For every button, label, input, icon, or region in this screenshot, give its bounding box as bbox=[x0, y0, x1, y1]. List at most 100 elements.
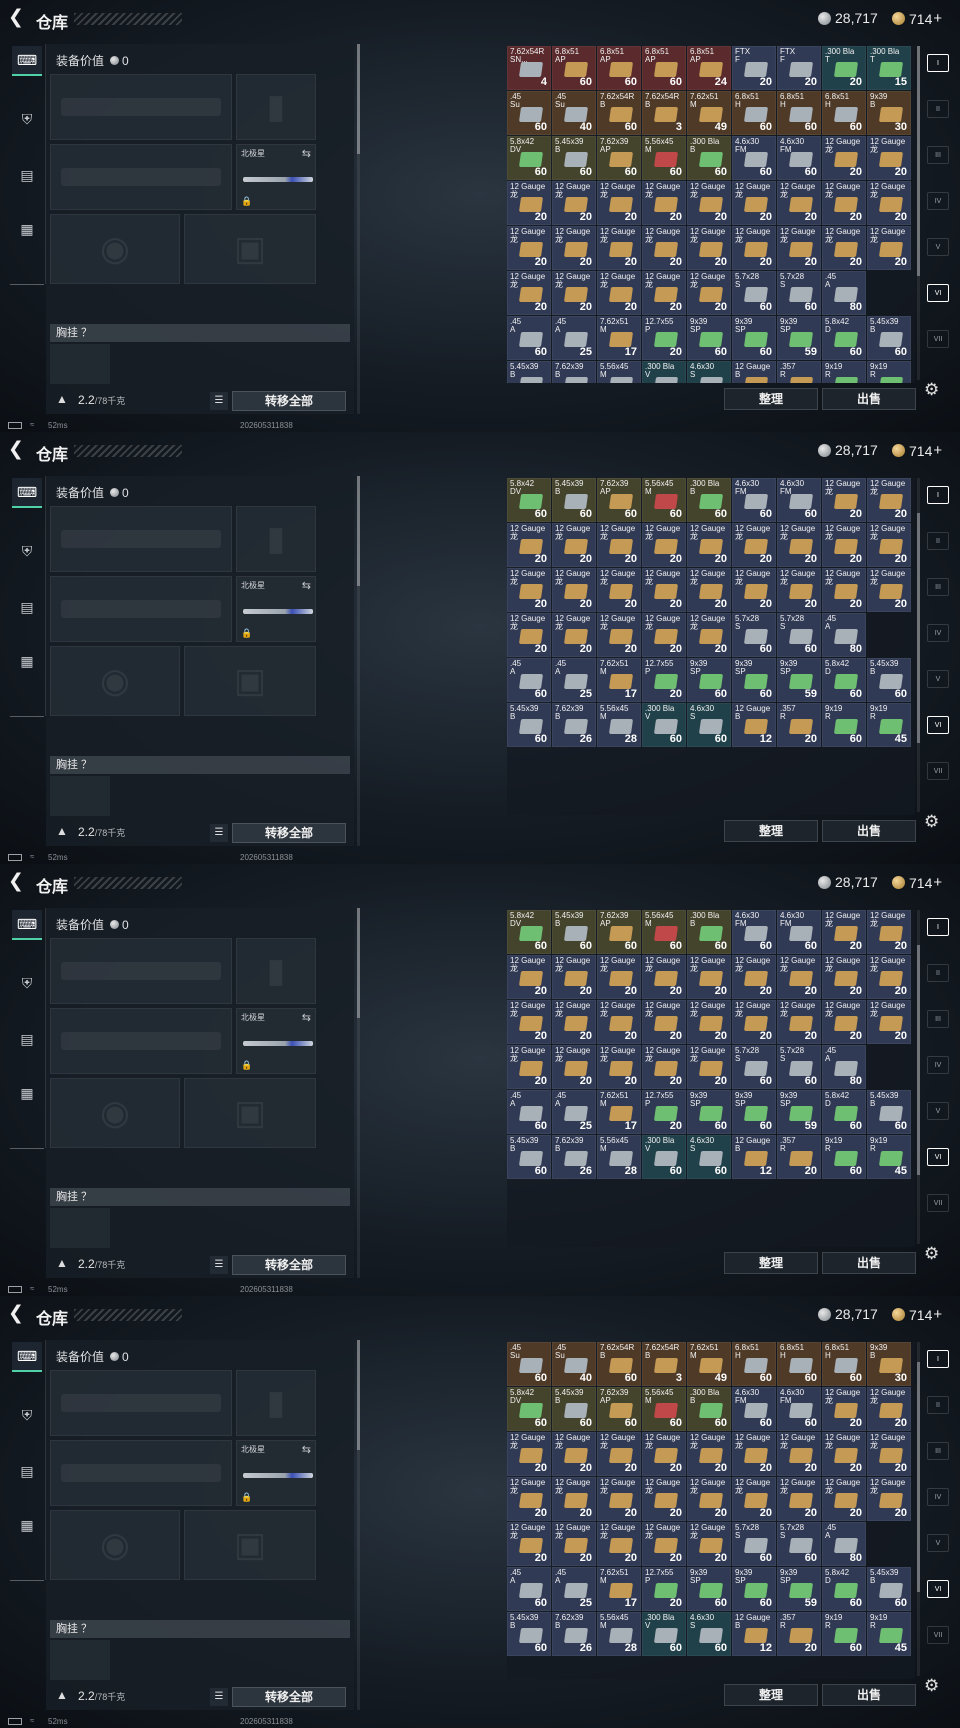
ammo-item[interactable]: 12 Gauge 龙 20 bbox=[642, 1522, 686, 1566]
ammo-item[interactable]: 5.7x28 S 60 bbox=[732, 1522, 776, 1566]
ammo-item[interactable]: 12 Gauge 龙 20 bbox=[867, 226, 911, 270]
ammo-item[interactable]: 12 Gauge 龙 20 bbox=[822, 1477, 866, 1521]
pistol-slot[interactable]: ▮ bbox=[236, 506, 316, 572]
ammo-item[interactable]: 12 Gauge 龙 20 bbox=[822, 136, 866, 180]
ammo-item[interactable]: 12 Gauge 龙 20 bbox=[777, 955, 821, 999]
ammo-item[interactable]: 12 Gauge 龙 20 bbox=[597, 1000, 641, 1044]
ammo-item[interactable]: 6.8x51 AP 60 bbox=[642, 46, 686, 90]
ammo-item[interactable]: 7.62x54R SN... 4 bbox=[507, 46, 551, 90]
silver-currency[interactable]: 28,717 bbox=[818, 874, 878, 890]
stash-page-tab[interactable]: III bbox=[927, 1010, 949, 1028]
ammo-item[interactable]: 5.8x42 D 60 bbox=[822, 1090, 866, 1134]
ammo-item[interactable]: 9x19 R 45 bbox=[867, 703, 911, 747]
ammo-item[interactable]: 9x39 SP 59 bbox=[777, 1567, 821, 1611]
armor-slot[interactable]: ▣ bbox=[184, 646, 316, 716]
primary-weapon-slot[interactable] bbox=[50, 1370, 232, 1436]
gear-icon[interactable]: ⚙ bbox=[924, 1244, 939, 1264]
ammo-item[interactable]: 12 Gauge 龙 20 bbox=[867, 136, 911, 180]
ammo-item[interactable]: 12 Gauge B12 bbox=[732, 1612, 776, 1656]
ammo-item[interactable]: .45 A 60 bbox=[507, 658, 551, 702]
stash-scroll-thumb[interactable] bbox=[917, 513, 920, 743]
ammo-item[interactable]: 12.7x55 P 20 bbox=[642, 1090, 686, 1134]
ammo-item[interactable]: FTX F 20 bbox=[777, 46, 821, 90]
ammo-item[interactable]: 7.62x39 AP 60 bbox=[597, 910, 641, 954]
stash-page-tab[interactable]: V bbox=[927, 238, 949, 256]
equipment-scrollbar[interactable] bbox=[357, 44, 360, 414]
ammo-item[interactable]: 12 Gauge 龙 20 bbox=[552, 181, 596, 225]
ammo-item[interactable]: 6.8x51 H 60 bbox=[822, 91, 866, 135]
ammo-item[interactable]: 12 Gauge 龙 20 bbox=[867, 1432, 911, 1476]
ammo-item[interactable]: 12 Gauge B12 bbox=[732, 361, 776, 383]
pistol-slot[interactable]: ▮ bbox=[236, 938, 316, 1004]
ammo-item[interactable]: 12 Gauge 龙 20 bbox=[642, 226, 686, 270]
ammo-item[interactable]: 12 Gauge 龙 20 bbox=[552, 568, 596, 612]
ammo-item[interactable]: 6.8x51 H 60 bbox=[777, 1342, 821, 1386]
ammo-item[interactable]: 12 Gauge 龙 20 bbox=[642, 1477, 686, 1521]
ammo-item[interactable]: 9x39 SP 60 bbox=[687, 316, 731, 360]
silver-currency[interactable]: 28,717 bbox=[818, 1306, 878, 1322]
list-icon[interactable]: ☰ bbox=[210, 1688, 228, 1706]
stash-scroll-thumb[interactable] bbox=[917, 46, 920, 276]
ammo-item[interactable]: 12 Gauge 龙 20 bbox=[597, 1045, 641, 1089]
ammo-item[interactable]: .300 Bla B 60 bbox=[687, 478, 731, 522]
stash-page-tab[interactable]: I bbox=[927, 1350, 949, 1368]
ammo-item[interactable]: 6.8x51 AP 60 bbox=[552, 46, 596, 90]
ammo-item[interactable]: 12 Gauge 龙 20 bbox=[642, 271, 686, 315]
ammo-item[interactable]: .300 Bla V60 bbox=[642, 361, 686, 383]
scroll-thumb[interactable] bbox=[357, 476, 360, 586]
chest-rig-slot[interactable] bbox=[50, 776, 110, 816]
ammo-item[interactable]: .45 A 60 bbox=[507, 1090, 551, 1134]
consumable-tab-icon[interactable]: ▤ bbox=[12, 592, 42, 622]
armor-slot[interactable]: ▣ bbox=[184, 214, 316, 284]
ammo-item[interactable]: 5.7x28 S 60 bbox=[777, 1045, 821, 1089]
ammo-item[interactable]: 12 Gauge 龙 20 bbox=[732, 568, 776, 612]
armor-tab-icon[interactable]: ⛨ bbox=[12, 968, 42, 998]
ammo-item[interactable]: 12.7x55 P 20 bbox=[642, 1567, 686, 1611]
ammo-item[interactable]: 9x39 B 30 bbox=[867, 91, 911, 135]
stash-page-tab[interactable]: V bbox=[927, 670, 949, 688]
stash-page-tab[interactable]: VI bbox=[927, 1580, 949, 1598]
ammo-item[interactable]: 9x19 R 45 bbox=[867, 1135, 911, 1179]
ammo-item[interactable]: 7.62x39 B 26 bbox=[552, 1612, 596, 1656]
ammo-item[interactable]: 12 Gauge 龙 20 bbox=[687, 523, 731, 567]
scroll-thumb[interactable] bbox=[357, 1340, 360, 1450]
ammo-item[interactable]: 12 Gauge 龙 20 bbox=[687, 226, 731, 270]
ammo-item[interactable]: 5.45x39 B60 bbox=[867, 658, 911, 702]
armor-slot[interactable]: ▣ bbox=[184, 1078, 316, 1148]
backpack-tab-icon[interactable]: ▦ bbox=[12, 214, 42, 244]
ammo-item[interactable]: 6.8x51 H 60 bbox=[732, 1342, 776, 1386]
ammo-item[interactable]: 12 Gauge 龙 20 bbox=[552, 1000, 596, 1044]
equipment-scrollbar[interactable] bbox=[357, 1340, 360, 1710]
weapon-tab-icon[interactable]: ⌨ bbox=[12, 1342, 42, 1372]
ammo-item[interactable]: 5.45x39 B60 bbox=[507, 361, 551, 383]
chest-rig-header[interactable]: 胸挂 ？ bbox=[50, 324, 350, 342]
ammo-item[interactable]: 12 Gauge 龙 20 bbox=[732, 1432, 776, 1476]
ammo-item[interactable]: 12 Gauge 龙 20 bbox=[687, 955, 731, 999]
ammo-item[interactable]: 12.7x55 P 20 bbox=[642, 658, 686, 702]
ammo-item[interactable]: 9x39 SP 59 bbox=[777, 1090, 821, 1134]
ammo-item[interactable]: 12 Gauge 龙 20 bbox=[597, 523, 641, 567]
ammo-item[interactable]: 12 Gauge 龙 20 bbox=[507, 1000, 551, 1044]
ammo-item[interactable]: .45 A 60 bbox=[507, 316, 551, 360]
ammo-item[interactable]: 7.62x54R B 60 bbox=[597, 91, 641, 135]
ammo-item[interactable]: 9x39 SP 59 bbox=[777, 658, 821, 702]
ammo-item[interactable]: .357 R 20 bbox=[777, 1612, 821, 1656]
stash-page-tab[interactable]: I bbox=[927, 54, 949, 72]
ammo-item[interactable]: 5.45x39 B60 bbox=[552, 136, 596, 180]
gold-currency[interactable]: 714 + bbox=[892, 874, 942, 891]
swap-icon[interactable]: ⇆ bbox=[302, 1443, 311, 1456]
gear-icon[interactable]: ⚙ bbox=[924, 380, 939, 400]
melee-slot[interactable]: 北极星 ⇆ 🔒 bbox=[236, 1008, 316, 1074]
ammo-item[interactable]: 12 Gauge 龙 20 bbox=[552, 1477, 596, 1521]
ammo-item[interactable]: .300 Bla B 60 bbox=[687, 1387, 731, 1431]
sell-button[interactable]: 出售 bbox=[822, 820, 916, 842]
stash-page-tab[interactable]: IV bbox=[927, 192, 949, 210]
ammo-item[interactable]: 7.62x51 M 17 bbox=[597, 1567, 641, 1611]
add-gold-icon[interactable]: + bbox=[933, 442, 942, 459]
ammo-item[interactable]: 5.56x45 M 60 bbox=[642, 1387, 686, 1431]
swap-icon[interactable]: ⇆ bbox=[302, 147, 311, 160]
backpack-tab-icon[interactable]: ▦ bbox=[12, 646, 42, 676]
ammo-item[interactable]: 12 Gauge 龙 20 bbox=[777, 181, 821, 225]
ammo-item[interactable]: 12 Gauge 龙 20 bbox=[597, 568, 641, 612]
ammo-item[interactable]: 12.7x55 P 20 bbox=[642, 316, 686, 360]
